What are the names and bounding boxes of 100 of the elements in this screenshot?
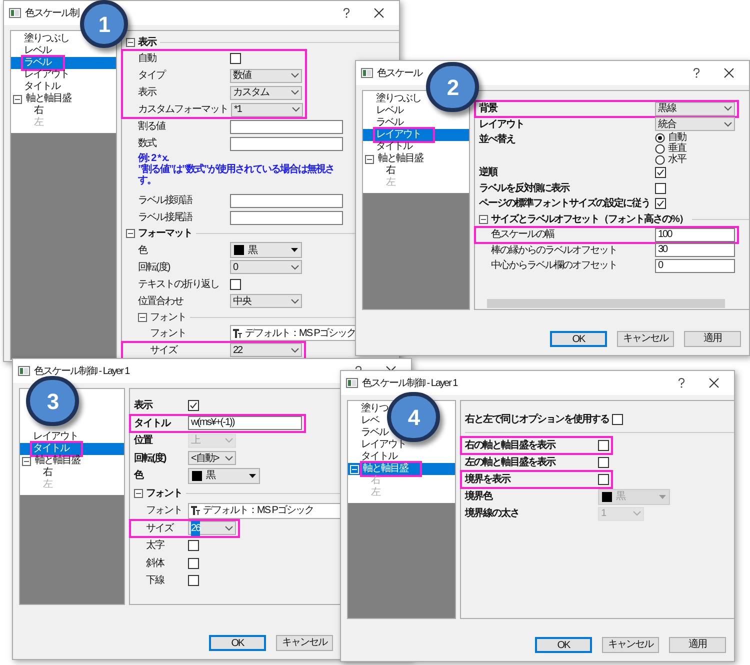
input-field[interactable]: w(ms¥+(-1))	[188, 416, 302, 430]
tree-item[interactable]: レイアウト	[11, 69, 72, 81]
check-icon	[656, 168, 665, 178]
dialog-button[interactable]: OK	[550, 331, 607, 347]
tree-item[interactable]: レイアウト	[20, 431, 81, 443]
window-title: 色スケール	[377, 66, 422, 80]
collapse-icon[interactable]	[126, 38, 135, 48]
input-field[interactable]	[230, 210, 343, 225]
collapse-icon[interactable]	[365, 154, 374, 164]
dropdown[interactable]: 22	[230, 343, 302, 358]
tree-item[interactable]: レベル	[363, 105, 406, 117]
radio-option[interactable]: 水平	[655, 154, 686, 165]
dialog-button[interactable]: キャンセル	[617, 331, 674, 347]
tree-item[interactable]: 右	[11, 105, 46, 117]
section-heading: サイズとラベルオフセット（フォント高さの%）	[491, 212, 688, 227]
collapse-icon[interactable]	[126, 229, 135, 238]
color-swatch-icon	[602, 492, 612, 502]
radio-option[interactable]: 垂直	[655, 143, 686, 154]
font-type-icon	[191, 506, 200, 516]
color-dropdown[interactable]: 黒	[188, 468, 260, 484]
dropdown[interactable]: 数値	[230, 68, 302, 83]
field-label: 逆順	[479, 166, 498, 180]
tree-item[interactable]: 塗りつぶし	[11, 33, 72, 45]
chevron-down-icon	[291, 348, 299, 353]
checkbox[interactable]	[598, 457, 609, 468]
dialog-button[interactable]: 適用	[669, 637, 726, 653]
tree-item[interactable]: 軸と軸目盛	[348, 463, 455, 475]
input-field[interactable]	[230, 136, 343, 151]
collapse-icon[interactable]	[13, 94, 22, 104]
tree-item[interactable]: 軸と軸目盛	[363, 153, 426, 165]
tree-item[interactable]: タイトル	[348, 451, 400, 463]
input-field[interactable]: 0	[655, 258, 735, 273]
field-label: 棒の縁からのラベルオフセット	[491, 244, 618, 258]
checkbox[interactable]	[598, 474, 609, 485]
dropdown[interactable]: 0	[230, 260, 302, 274]
checkbox[interactable]	[230, 278, 241, 290]
section-heading: フォント	[146, 486, 182, 501]
checkbox[interactable]	[230, 53, 241, 64]
collapse-icon[interactable]	[138, 312, 147, 322]
input-field[interactable]	[230, 120, 343, 134]
checkbox[interactable]	[655, 167, 666, 178]
checkbox[interactable]	[598, 440, 609, 451]
chevron-down-icon	[292, 107, 300, 112]
tree-item[interactable]: ラベル	[363, 117, 406, 129]
tree-item[interactable]: 軸と軸目盛	[11, 93, 74, 105]
tree-item[interactable]: レベ	[348, 415, 382, 427]
tree-item[interactable]: タイトル	[11, 81, 63, 93]
checkbox[interactable]	[612, 414, 623, 425]
dropdown[interactable]: カスタム	[230, 86, 302, 100]
input-field[interactable]	[230, 194, 343, 208]
input-field[interactable]: 30	[655, 243, 735, 258]
checkbox[interactable]	[188, 400, 199, 412]
field-label: テキストの折り返し	[138, 278, 220, 292]
dialog-button[interactable]: OK	[535, 637, 592, 653]
tree-item[interactable]: タイトル	[20, 443, 124, 455]
dropdown[interactable]: <自動>	[188, 451, 236, 466]
field-label: 中心からラベル欄のオフセット	[491, 258, 618, 274]
section-heading: フォーマット	[138, 227, 192, 242]
collapse-icon[interactable]	[134, 488, 143, 498]
tree-item[interactable]: レベル	[11, 45, 54, 57]
checkbox[interactable]	[188, 540, 199, 552]
field-label: サイズ	[150, 344, 178, 358]
tree-item[interactable]: 右	[363, 165, 398, 177]
tree-item[interactable]: タイトル	[363, 141, 415, 153]
field-label: 左の軸と軸目盛を表示	[465, 456, 556, 470]
radio-option[interactable]: 自動	[655, 132, 686, 143]
tree-item[interactable]: ラベル	[11, 57, 116, 69]
tree-item[interactable]: レイアウト	[363, 129, 469, 141]
chevron-down-icon	[291, 298, 299, 304]
collapse-icon[interactable]	[479, 214, 488, 224]
field-label: ページの標準フォントサイズの設定に従う	[479, 196, 651, 212]
field-label: 色	[138, 244, 148, 258]
tree-item[interactable]: 右	[20, 467, 55, 479]
chevron-down-icon	[291, 90, 299, 96]
dialog-button[interactable]: 適用	[684, 331, 741, 347]
chevron-down-icon	[724, 122, 732, 127]
checkbox[interactable]	[655, 198, 666, 210]
tree-item[interactable]: 軸と軸目盛	[20, 455, 83, 467]
checkbox[interactable]	[188, 575, 199, 586]
field-label: サイズ	[146, 522, 174, 536]
dropdown[interactable]: 統合	[655, 117, 735, 132]
dropdown[interactable]: 中央	[230, 294, 302, 308]
chevron-down-icon	[225, 456, 233, 461]
checkbox[interactable]	[188, 558, 199, 569]
field-label: ラベル接頭語	[138, 194, 194, 208]
input-field[interactable]: 100	[655, 228, 735, 242]
color-dropdown[interactable]: 黒	[230, 242, 302, 258]
checkbox[interactable]	[655, 182, 666, 194]
dialog-button[interactable]: キャンセル	[602, 637, 659, 653]
dialog-button[interactable]: キャンセル	[276, 635, 333, 651]
close-icon[interactable]	[374, 8, 384, 18]
tree-item[interactable]: レイアウト	[348, 439, 409, 451]
close-icon[interactable]	[709, 378, 719, 388]
dialog-button[interactable]: OK	[209, 635, 266, 651]
dropdown[interactable]: *1	[231, 102, 303, 117]
collapse-icon[interactable]	[22, 456, 31, 466]
close-icon[interactable]	[724, 68, 734, 78]
dropdown[interactable]: 黒線	[655, 102, 735, 116]
tree-item[interactable]: 塗りつぶし	[363, 93, 424, 105]
field-label: 太字	[146, 538, 166, 554]
